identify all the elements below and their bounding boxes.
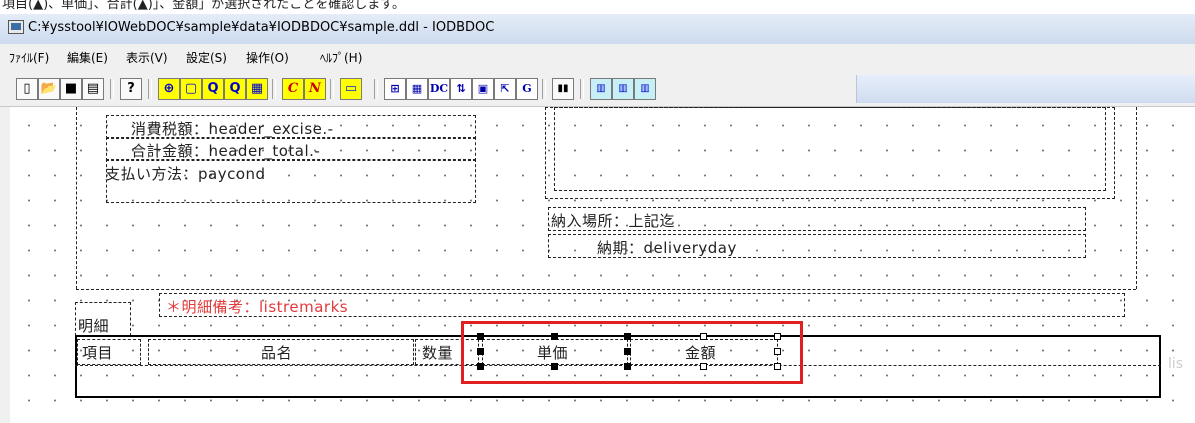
export-icon[interactable]: ⇱	[494, 78, 516, 100]
remarks-field-box[interactable]: ＊明細備考：listremarks	[159, 293, 1125, 317]
menu-edit[interactable]: 編集(E)	[67, 49, 108, 66]
menu-help[interactable]: ﾍﾙﾌﾟ(H)	[320, 49, 362, 66]
section-border-right	[1136, 107, 1137, 289]
menu-file[interactable]: ﾌｧｲﾙ(F)	[9, 49, 49, 66]
col-item-text: 項目	[82, 344, 114, 362]
delivery-place-field-box[interactable]: 納入場所：上記迄	[548, 207, 1086, 231]
toolbar-separator	[330, 79, 334, 99]
table-icon[interactable]: ▦	[406, 78, 428, 100]
paycond-field-box[interactable]: 支払い方法：paycond	[105, 159, 476, 203]
field-icon[interactable]: ▭	[340, 78, 362, 100]
col-item-header[interactable]: 項目	[77, 339, 141, 365]
zoom-out-icon[interactable]: Q	[202, 78, 224, 100]
excise-field-box[interactable]: 消費税額：header_excise.-	[106, 115, 476, 139]
menu-operate[interactable]: 操作(O)	[246, 49, 289, 66]
layout-3-icon[interactable]: ▥	[634, 78, 656, 100]
toolbar-separator	[542, 79, 546, 99]
delivery-day-field-text: 納期：deliveryday	[597, 239, 737, 257]
excise-field-text: 消費税額：header_excise.-	[131, 120, 334, 138]
paycond-field-text: 支払い方法：paycond	[105, 165, 266, 183]
top-caption-strip: 項目(▲)、単価」、合計(▲)」、金額」が選択されたことを確認します。	[0, 0, 1195, 14]
toolbar-separator	[148, 79, 152, 99]
new-icon[interactable]: ▯	[16, 78, 38, 100]
remarks-field-text: ＊明細備考：listremarks	[166, 298, 349, 316]
zoom-reset-icon[interactable]: Q	[224, 78, 246, 100]
top-caption: 項目(▲)、単価」、合計(▲)」、金額」が選択されたことを確認します。	[2, 0, 405, 12]
col-name-header[interactable]: 品名	[148, 339, 414, 365]
col-name-text: 品名	[261, 344, 293, 362]
delivery-day-field-box[interactable]: 納期：deliveryday	[548, 234, 1086, 258]
page-icon[interactable]: ▤	[82, 78, 104, 100]
total-field-text: 合計金額：header_total.-	[131, 142, 321, 160]
columns-icon[interactable]: ▮▮	[552, 78, 574, 100]
section-border-bottom	[76, 289, 1136, 290]
detail-label-box[interactable]: 明細	[75, 302, 131, 336]
layout-1-icon[interactable]: ▥	[590, 78, 612, 100]
section-border-left	[76, 107, 77, 289]
c-mode-icon[interactable]: C	[282, 78, 304, 100]
sort-icon[interactable]: ⇅	[450, 78, 472, 100]
selection-highlight-box	[461, 321, 803, 384]
fit-page-icon[interactable]: ▢	[180, 78, 202, 100]
menu-settings[interactable]: 設定(S)	[186, 49, 227, 66]
insert-field-icon[interactable]: ⊞	[384, 78, 406, 100]
address-box-inner[interactable]	[554, 107, 1106, 191]
toolbar-separator	[374, 79, 378, 99]
toolbar-separator	[110, 79, 114, 99]
menu-bar	[0, 44, 1195, 71]
col-qty-text: 数量	[422, 344, 454, 362]
window-title: C:¥ysstool¥IOWebDOC¥sample¥data¥IODBDOC¥…	[28, 20, 495, 35]
menu-view[interactable]: 表示(V)	[126, 49, 168, 66]
help-icon[interactable]: ?	[120, 78, 142, 100]
overflow-text: lis	[1168, 356, 1184, 372]
n-mode-icon[interactable]: N	[304, 78, 326, 100]
app-icon	[8, 20, 24, 34]
zoom-in-icon[interactable]: ⊕	[158, 78, 180, 100]
grid-icon[interactable]: ▦	[246, 78, 268, 100]
open-icon[interactable]: 📂	[38, 78, 60, 100]
total-field-box[interactable]: 合計金額：header_total.-	[106, 137, 476, 161]
detail-label-text: 明細	[78, 317, 110, 335]
save-icon[interactable]: ■	[60, 78, 82, 100]
delivery-place-field-text: 納入場所：上記迄	[551, 212, 676, 230]
toolbar-empty-area	[856, 75, 1195, 103]
g-icon[interactable]: G	[516, 78, 538, 100]
toolbar-separator	[272, 79, 276, 99]
toolbar-separator	[580, 79, 584, 99]
dc-icon[interactable]: DC	[428, 78, 450, 100]
form-icon[interactable]: ▣	[472, 78, 494, 100]
layout-2-icon[interactable]: ▥	[612, 78, 634, 100]
